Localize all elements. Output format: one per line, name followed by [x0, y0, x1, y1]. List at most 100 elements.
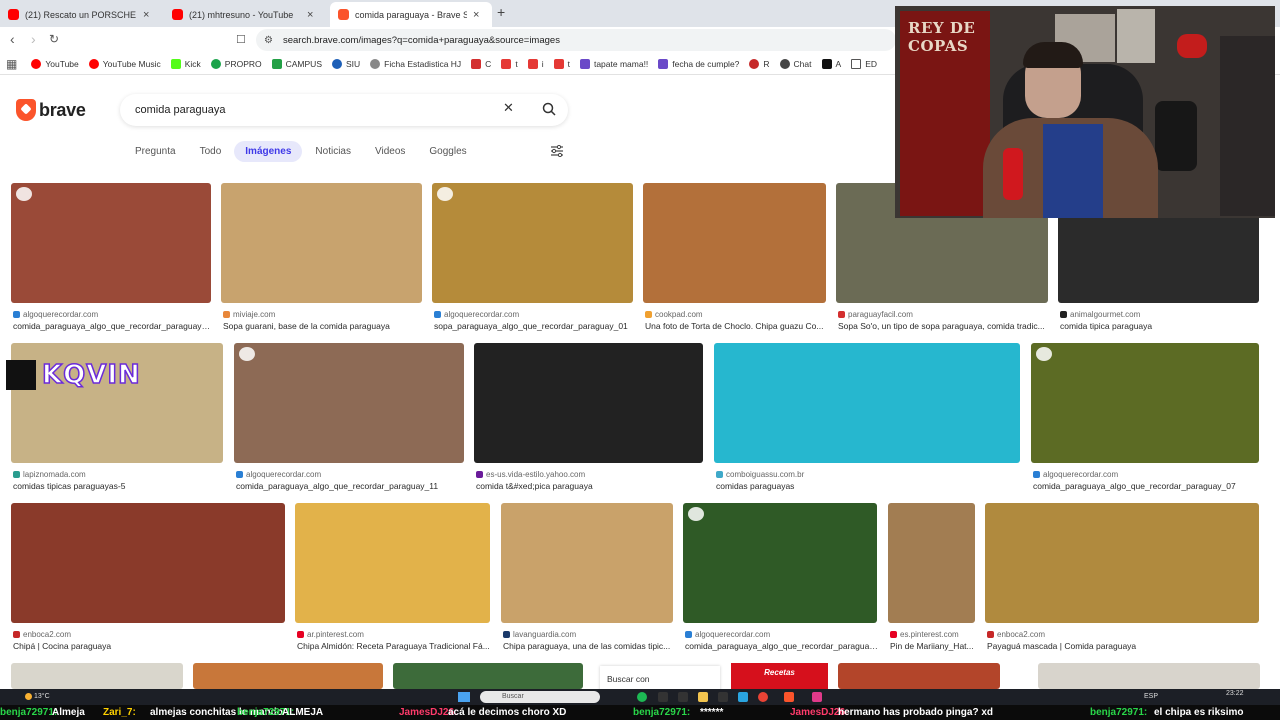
- image-result[interactable]: [888, 503, 975, 623]
- close-tab-icon[interactable]: ×: [307, 9, 313, 21]
- image-source[interactable]: miviaje.com: [223, 310, 275, 319]
- search-icon[interactable]: [542, 102, 556, 116]
- image-source[interactable]: algoquerecordar.com: [13, 310, 98, 319]
- bookmark-item[interactable]: R: [749, 58, 770, 69]
- image-caption[interactable]: Chipá | Cocina paraguaya: [13, 641, 287, 651]
- bookmark-item[interactable]: Kick: [170, 58, 201, 69]
- bookmark-item[interactable]: fecha de cumple?: [658, 58, 739, 69]
- image-caption[interactable]: comida_paraguaya_algo_que_recordar_parag…: [1033, 481, 1261, 491]
- image-result[interactable]: [643, 183, 826, 303]
- bookmark-item[interactable]: t: [553, 58, 570, 69]
- image-caption[interactable]: comida_paraguaya_algo_que_recordar_parag…: [236, 481, 466, 491]
- image-caption[interactable]: Chipa paraguaya, una de las comidas tipi…: [503, 641, 675, 651]
- back-icon[interactable]: ‹: [10, 31, 15, 47]
- image-result[interactable]: [221, 183, 422, 303]
- tab-pregunta[interactable]: Pregunta: [124, 141, 187, 162]
- brave-icon[interactable]: [784, 692, 794, 702]
- app-icon[interactable]: [738, 692, 748, 702]
- bookmark-item[interactable]: tapate mama!!: [579, 58, 648, 69]
- image-caption[interactable]: Sopa guarani, base de la comida paraguay…: [223, 321, 424, 331]
- tab-noticias[interactable]: Noticias: [304, 141, 362, 162]
- bookmark-item[interactable]: SIU: [332, 58, 360, 69]
- bookmark-item[interactable]: i: [527, 58, 544, 69]
- app-icon[interactable]: [812, 692, 822, 702]
- image-source[interactable]: lavanguardia.com: [503, 630, 576, 639]
- forward-icon[interactable]: ›: [31, 31, 36, 47]
- image-source[interactable]: comboiguassu.com.br: [716, 470, 804, 479]
- image-caption[interactable]: comida t&#xed;pica paraguaya: [476, 481, 705, 491]
- image-result[interactable]: [11, 183, 211, 303]
- image-source[interactable]: algoquerecordar.com: [236, 470, 321, 479]
- image-source[interactable]: es.pinterest.com: [890, 630, 959, 639]
- bookmark-item[interactable]: YouTube Music: [88, 58, 161, 69]
- tab-brave-search[interactable]: comida paraguaya - Brave Searc ×: [330, 2, 492, 27]
- image-result[interactable]: [11, 503, 285, 623]
- image-result[interactable]: [714, 343, 1020, 463]
- bookmark-icon[interactable]: ☐: [236, 33, 246, 46]
- bookmark-item[interactable]: PROPRO: [210, 58, 262, 69]
- bookmark-item[interactable]: C: [471, 58, 491, 69]
- weather-widget[interactable]: 13°C: [25, 693, 50, 700]
- image-caption[interactable]: Una foto de Torta de Choclo. Chipa guazu…: [645, 321, 828, 331]
- image-source[interactable]: es-us.vida-estilo.yahoo.com: [476, 470, 585, 479]
- chrome-icon[interactable]: [758, 692, 768, 702]
- language-indicator[interactable]: ESP: [1144, 693, 1158, 700]
- image-source[interactable]: algoquerecordar.com: [685, 630, 770, 639]
- tab-videos[interactable]: Videos: [364, 141, 416, 162]
- image-result[interactable]: [295, 503, 490, 623]
- file-explorer-icon[interactable]: [698, 692, 708, 702]
- image-caption[interactable]: comida tipica paraguaya: [1060, 321, 1261, 331]
- bookmark-item[interactable]: t: [501, 58, 518, 69]
- tab-youtube[interactable]: (21) mhtresuno - YouTube ×: [164, 2, 332, 27]
- image-result-partial[interactable]: [11, 663, 183, 689]
- clear-icon[interactable]: ✕: [503, 100, 514, 116]
- bookmark-item[interactable]: CAMPUS: [271, 58, 322, 69]
- bookmark-item[interactable]: YouTube: [31, 58, 79, 69]
- bookmark-item[interactable]: Ficha Estadistica HJ: [370, 58, 461, 69]
- image-result-partial[interactable]: [193, 663, 383, 689]
- image-source[interactable]: paraguayfacil.com: [838, 310, 913, 319]
- app-icon[interactable]: [658, 692, 668, 702]
- image-result[interactable]: [985, 503, 1259, 623]
- site-info-icon[interactable]: ⚙: [264, 35, 273, 46]
- image-source[interactable]: algoquerecordar.com: [434, 310, 519, 319]
- tab-todo[interactable]: Todo: [189, 141, 233, 162]
- image-result[interactable]: [474, 343, 703, 463]
- image-result-partial[interactable]: [838, 663, 1000, 689]
- tab-imagenes[interactable]: Imágenes: [234, 140, 303, 162]
- bookmark-item[interactable]: A: [821, 58, 841, 69]
- image-result[interactable]: [432, 183, 633, 303]
- image-caption[interactable]: sopa_paraguaya_algo_que_recordar_paragua…: [434, 321, 635, 331]
- image-caption[interactable]: comida_paraguaya_algo_que_recordar_parag…: [13, 321, 213, 331]
- tab-porsche[interactable]: (21) Rescato un PORSCHE TURBO S A ×: [0, 2, 170, 27]
- image-source[interactable]: cookpad.com: [645, 310, 703, 319]
- tab-goggles[interactable]: Goggles: [418, 141, 477, 162]
- image-source[interactable]: algoquerecordar.com: [1033, 470, 1118, 479]
- search-input[interactable]: [135, 104, 495, 116]
- bookmark-item[interactable]: Chat: [779, 58, 812, 69]
- close-tab-icon[interactable]: ×: [473, 9, 479, 21]
- address-bar[interactable]: ⚙ search.brave.com/images?q=comida+parag…: [256, 29, 896, 51]
- image-result[interactable]: [1031, 343, 1259, 463]
- close-tab-icon[interactable]: ×: [143, 9, 149, 21]
- bookmark-item[interactable]: ED: [851, 58, 877, 69]
- apps-grid-icon[interactable]: ▦: [6, 57, 17, 71]
- image-source[interactable]: animalgourmet.com: [1060, 310, 1140, 319]
- image-source[interactable]: lapiznomada.com: [13, 470, 86, 479]
- image-source[interactable]: enboca2.com: [987, 630, 1045, 639]
- image-caption[interactable]: comidas paraguayas: [716, 481, 1022, 491]
- image-caption[interactable]: comidas tipicas paraguayas-5: [13, 481, 225, 491]
- brave-logo[interactable]: brave: [16, 99, 86, 121]
- image-result[interactable]: [501, 503, 673, 623]
- image-source[interactable]: ar.pinterest.com: [297, 630, 364, 639]
- filters-icon[interactable]: [550, 145, 564, 157]
- new-tab-icon[interactable]: +: [497, 4, 505, 20]
- image-result-partial[interactable]: [393, 663, 583, 689]
- taskbar-search[interactable]: Buscar: [480, 691, 600, 703]
- windows-start-icon[interactable]: [458, 692, 470, 702]
- image-caption[interactable]: Payaguá mascada | Comida paraguaya: [987, 641, 1261, 651]
- image-result-partial[interactable]: [1038, 663, 1260, 689]
- image-source[interactable]: enboca2.com: [13, 630, 71, 639]
- clock[interactable]: 23:22: [1226, 690, 1244, 697]
- image-caption[interactable]: Chipa Almidón: Receta Paraguaya Tradicio…: [297, 641, 492, 651]
